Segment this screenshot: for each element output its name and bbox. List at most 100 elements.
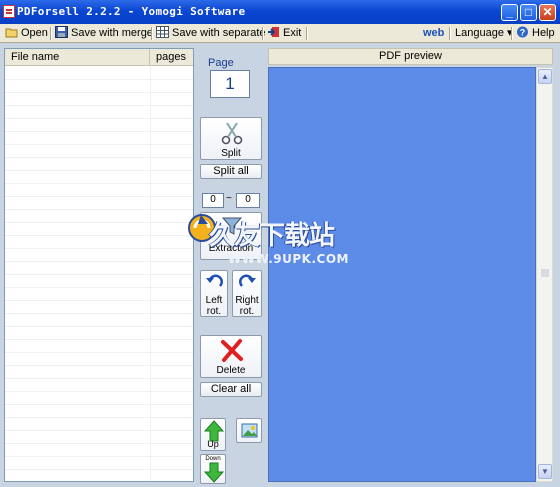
up-label: Up: [207, 439, 219, 449]
table-row-line: [5, 326, 193, 327]
table-row-line: [5, 300, 193, 301]
range-separator: ~: [226, 193, 232, 204]
minimize-button[interactable]: _: [501, 4, 518, 21]
language-dropdown[interactable]: Language ▾: [453, 25, 516, 42]
scissors-icon: [221, 122, 243, 145]
table-row-line: [5, 352, 193, 353]
table-row-line: [5, 79, 193, 80]
split-all-button[interactable]: Split all: [200, 164, 262, 179]
right-rot-label-1: Right: [235, 295, 259, 306]
menu-separator: [511, 27, 512, 40]
preview-scrollbar[interactable]: ▲ ▼: [536, 67, 553, 482]
table-row-line: [5, 144, 193, 145]
help-menu-item[interactable]: ? Help: [514, 25, 558, 42]
exit-menu-item[interactable]: Exit: [265, 25, 304, 42]
table-row-line: [5, 118, 193, 119]
table-row-line: [5, 261, 193, 262]
add-file-button[interactable]: [236, 418, 262, 443]
menu-bar: Open Save with merge Save with separate …: [0, 24, 560, 43]
watermark-url: WWW.9UPK.COM: [228, 252, 349, 266]
range-to-input[interactable]: 0: [236, 193, 260, 208]
menu-separator: [50, 27, 51, 40]
page-number-display: 1: [210, 70, 250, 98]
title-bar[interactable]: PDForsell 2.2.2 - Yomogi Software _ □ ✕: [0, 0, 560, 24]
column-header-file-name[interactable]: File name: [5, 49, 150, 66]
picture-icon: [241, 423, 258, 438]
rotate-left-icon: [206, 274, 223, 287]
table-row-line: [5, 183, 193, 184]
left-rotate-button[interactable]: Left rot.: [200, 270, 228, 317]
table-row-line: [5, 456, 193, 457]
table-row-line: [5, 235, 193, 236]
svg-text:?: ?: [520, 28, 526, 38]
table-row-line: [5, 92, 193, 93]
grid-save-icon: [156, 26, 169, 38]
open-folder-icon: [5, 28, 18, 38]
column-header-pages[interactable]: pages: [151, 49, 193, 66]
pdf-preview-header: PDF preview: [268, 48, 553, 65]
close-icon: ✕: [542, 5, 553, 19]
table-row-line: [5, 469, 193, 470]
split-label: Split: [221, 148, 241, 159]
table-row-line: [5, 378, 193, 379]
save-merge-menu-item[interactable]: Save with merge: [53, 25, 156, 42]
delete-x-icon: [221, 339, 243, 362]
help-icon: ?: [517, 26, 528, 38]
table-row-line: [5, 157, 193, 158]
watermark-text: 久友下载站: [209, 221, 335, 251]
left-rot-label-1: Left: [205, 295, 223, 306]
move-up-button[interactable]: Up: [200, 418, 226, 451]
save-separate-menu-item[interactable]: Save with separate: [154, 25, 269, 42]
rotate-right-icon: [239, 274, 256, 287]
table-row-line: [5, 287, 193, 288]
left-rot-label-2: rot.: [206, 306, 222, 317]
table-row-line: [5, 131, 193, 132]
help-label: Help: [532, 27, 555, 39]
page-label: Page: [208, 57, 234, 69]
table-row-line: [5, 196, 193, 197]
clear-all-button[interactable]: Clear all: [200, 382, 262, 397]
table-row-line: [5, 105, 193, 106]
menu-separator: [151, 27, 152, 40]
save-merge-label: Save with merge: [71, 27, 153, 39]
save-separate-label: Save with separate: [172, 27, 266, 39]
web-link[interactable]: web: [421, 25, 447, 42]
right-rotate-button[interactable]: Right rot.: [232, 270, 262, 317]
maximize-button[interactable]: □: [520, 4, 537, 21]
right-rot-label-2: rot.: [239, 306, 255, 317]
menu-separator: [449, 27, 450, 40]
window-title: PDForsell 2.2.2 - Yomogi Software: [17, 5, 246, 18]
table-row-line: [5, 274, 193, 275]
table-row-line: [5, 339, 193, 340]
table-row-line: [5, 222, 193, 223]
close-button[interactable]: ✕: [539, 4, 556, 21]
language-label: Language: [455, 27, 504, 39]
table-row-line: [5, 248, 193, 249]
delete-label: Delete: [216, 365, 246, 376]
file-list-header: File name pages: [5, 49, 193, 66]
scroll-down-icon[interactable]: ▼: [538, 464, 552, 479]
pdf-preview-area[interactable]: [268, 67, 536, 482]
maximize-icon: □: [524, 5, 533, 19]
table-row-line: [5, 365, 193, 366]
range-from-input[interactable]: 0: [202, 193, 224, 208]
split-button[interactable]: Split: [200, 117, 262, 160]
exit-icon: [268, 27, 279, 37]
move-down-button[interactable]: Down: [200, 454, 226, 484]
table-row-line: [5, 417, 193, 418]
minimize-icon: _: [506, 5, 513, 19]
table-row-line: [5, 391, 193, 392]
menu-separator: [306, 27, 307, 40]
open-label: Open: [21, 27, 48, 39]
file-list[interactable]: File name pages: [4, 48, 194, 482]
menu-separator: [262, 27, 263, 40]
open-menu-item[interactable]: Open: [3, 25, 51, 42]
save-icon: [55, 26, 68, 38]
table-row-line: [5, 313, 193, 314]
exit-label: Exit: [283, 27, 302, 39]
table-row-line: [5, 443, 193, 444]
table-row-line: [5, 209, 193, 210]
scroll-up-icon[interactable]: ▲: [538, 69, 552, 84]
delete-button[interactable]: Delete: [200, 335, 262, 378]
scrollbar-grip[interactable]: [538, 268, 552, 277]
